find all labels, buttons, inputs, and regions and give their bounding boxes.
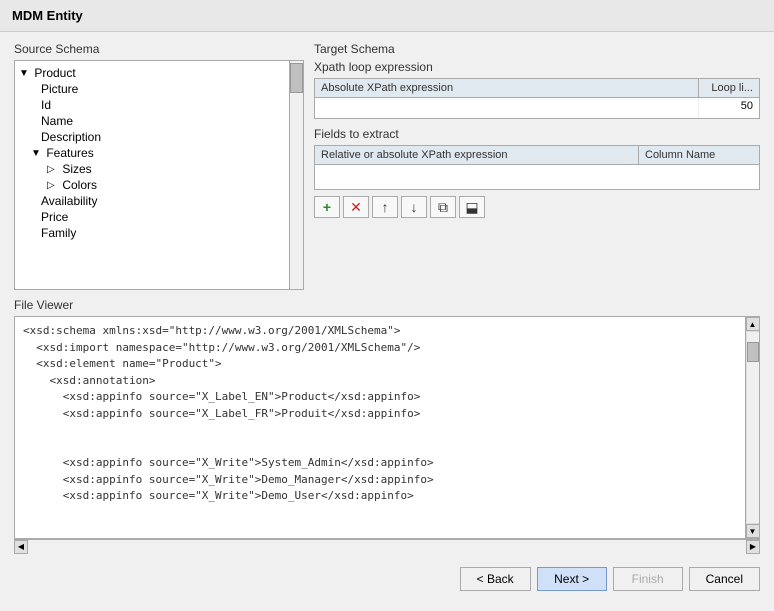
file-viewer-container: <xsd:schema xmlns:xsd="http://www.w3.org… xyxy=(14,316,760,539)
bottom-bar: < Back Next > Finish Cancel xyxy=(14,561,760,593)
xpath-loop-table: Absolute XPath expression Loop li... 50 xyxy=(314,78,760,119)
finish-button[interactable]: Finish xyxy=(613,567,683,591)
scroll-down-arrow[interactable]: ▼ xyxy=(746,524,760,538)
scroll-right-arrow[interactable]: ▶ xyxy=(746,540,760,554)
xpath-cell-abs[interactable] xyxy=(315,98,699,118)
back-button[interactable]: < Back xyxy=(460,567,531,591)
expand-colors-icon[interactable]: ▷ xyxy=(47,180,59,192)
tree-item-picture[interactable]: Picture xyxy=(15,81,289,97)
page-title: MDM Entity xyxy=(0,0,774,32)
scroll-left-arrow[interactable]: ◀ xyxy=(14,540,28,554)
rel-xpath-header: Relative or absolute XPath expression xyxy=(315,146,639,164)
move-up-button[interactable]: ↑ xyxy=(372,196,398,218)
tree-item-features[interactable]: ▼ Features xyxy=(15,145,289,161)
fields-table: Relative or absolute XPath expression Co… xyxy=(314,145,760,190)
target-schema-label: Target Schema xyxy=(314,42,760,56)
copy-button[interactable]: ⧉ xyxy=(430,196,456,218)
file-viewer-vscrollbar[interactable]: ▲ ▼ xyxy=(745,317,759,538)
scroll-vtrack[interactable] xyxy=(746,331,760,524)
paste-button[interactable]: ⬓ xyxy=(459,196,485,218)
tree-item-family[interactable]: Family xyxy=(15,225,289,241)
add-field-button[interactable]: + xyxy=(314,196,340,218)
xpath-col-header: Absolute XPath expression xyxy=(315,79,699,97)
xpath-cell-loop: 50 xyxy=(699,98,759,118)
xpath-row-0[interactable]: 50 xyxy=(315,98,759,118)
tree-item-product[interactable]: ▼ Product xyxy=(15,65,289,81)
xpath-loop-header: Absolute XPath expression Loop li... xyxy=(315,79,759,98)
scroll-up-arrow[interactable]: ▲ xyxy=(746,317,760,331)
fields-toolbar: + ✕ ↑ ↓ ⧉ ⬓ xyxy=(314,196,760,218)
source-schema-label: Source Schema xyxy=(14,42,304,56)
expand-product-icon[interactable]: ▼ xyxy=(19,68,31,80)
tree-item-sizes[interactable]: ▷ Sizes xyxy=(15,161,289,177)
delete-field-button[interactable]: ✕ xyxy=(343,196,369,218)
tree-item-description[interactable]: Description xyxy=(15,129,289,145)
tree-item-price[interactable]: Price xyxy=(15,209,289,225)
tree-item-name[interactable]: Name xyxy=(15,113,289,129)
move-down-button[interactable]: ↓ xyxy=(401,196,427,218)
xpath-loop-title: Xpath loop expression xyxy=(314,60,760,74)
source-tree-scrollbar[interactable] xyxy=(289,61,303,289)
fields-title: Fields to extract xyxy=(314,127,760,141)
col-name-header: Column Name xyxy=(639,146,759,164)
next-button[interactable]: Next > xyxy=(537,567,607,591)
file-viewer-hscrollbar[interactable]: ◀ ▶ xyxy=(14,539,760,553)
loop-col-header: Loop li... xyxy=(699,79,759,97)
tree-item-availability[interactable]: Availability xyxy=(15,193,289,209)
cancel-button[interactable]: Cancel xyxy=(689,567,760,591)
file-viewer-label: File Viewer xyxy=(14,298,760,312)
scroll-vthumb[interactable] xyxy=(747,342,759,362)
fields-header: Relative or absolute XPath expression Co… xyxy=(315,146,759,165)
expand-features-icon[interactable]: ▼ xyxy=(31,148,43,160)
source-tree-thumb[interactable] xyxy=(290,63,303,93)
expand-sizes-icon[interactable]: ▷ xyxy=(47,164,59,176)
file-viewer-text: <xsd:schema xmlns:xsd="http://www.w3.org… xyxy=(15,317,745,538)
fields-empty-row xyxy=(315,165,759,189)
tree-item-id[interactable]: Id xyxy=(15,97,289,113)
tree-item-colors[interactable]: ▷ Colors xyxy=(15,177,289,193)
scroll-htrack[interactable] xyxy=(28,540,746,554)
source-schema-tree[interactable]: ▼ Product Picture Id Name Description ▼ … xyxy=(14,60,304,290)
